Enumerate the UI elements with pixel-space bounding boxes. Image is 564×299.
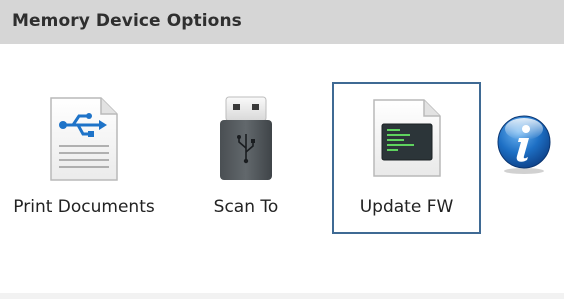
info-button[interactable]	[494, 114, 554, 176]
scan-to-button[interactable]: Scan To	[176, 82, 316, 234]
scan-to-label: Scan To	[213, 197, 279, 217]
update-fw-label: Update FW	[359, 197, 454, 217]
info-icon	[497, 115, 551, 174]
memory-device-options-screen: Memory Device Options Print Documents Sc…	[0, 0, 564, 299]
page-title: Memory Device Options	[12, 11, 242, 31]
bottom-divider	[0, 293, 564, 299]
update-fw-button[interactable]: Update FW	[332, 82, 481, 234]
firmware-update-icon	[372, 99, 441, 177]
usb-drive-icon	[220, 96, 272, 180]
print-documents-button[interactable]: Print Documents	[2, 82, 166, 234]
usb-document-icon	[50, 97, 118, 181]
print-documents-label: Print Documents	[13, 197, 155, 217]
title-bar: Memory Device Options	[0, 0, 564, 44]
